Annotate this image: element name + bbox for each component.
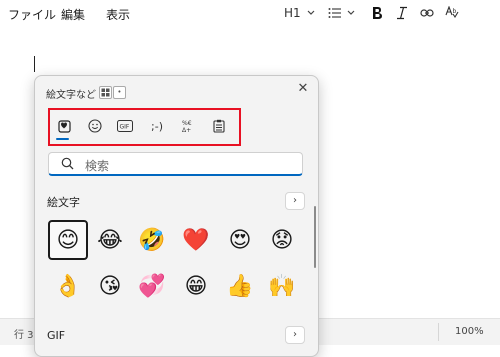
- chevron-down-icon: [307, 10, 315, 15]
- menu-view[interactable]: 表示: [106, 6, 130, 23]
- emoji-item[interactable]: ❤️: [176, 220, 216, 260]
- status-zoom[interactable]: 100%: [455, 326, 484, 337]
- tabs-highlight-box: [48, 108, 241, 146]
- dot-icon[interactable]: •: [113, 86, 126, 99]
- emoji-item[interactable]: 🤣: [132, 220, 172, 260]
- emoji-item[interactable]: 😂: [90, 220, 130, 260]
- emoji-item[interactable]: 😟: [262, 220, 302, 260]
- section-title-gif: GIF: [47, 329, 66, 342]
- chevron-down-icon: [347, 10, 355, 15]
- emoji-item[interactable]: 🙌: [262, 266, 302, 306]
- grid-icon[interactable]: [99, 86, 112, 99]
- search-icon: [61, 157, 74, 170]
- heading-dropdown[interactable]: H1: [284, 4, 316, 22]
- menu-file[interactable]: ファイル: [8, 6, 56, 23]
- emoji-item[interactable]: 💞: [132, 266, 172, 306]
- menu-bar: ファイル 編集 表示 H1 b: [0, 0, 500, 26]
- italic-icon: [397, 6, 407, 20]
- emoji-item[interactable]: 👍: [220, 266, 260, 306]
- emoji-item[interactable]: 👌: [48, 266, 88, 306]
- close-icon[interactable]: ✕: [295, 81, 311, 97]
- search-placeholder: 検索: [85, 159, 110, 173]
- link-icon: [420, 9, 434, 17]
- bold-icon: [373, 7, 382, 19]
- section-title-emoji: 絵文字: [47, 196, 80, 209]
- bold-button[interactable]: [371, 4, 383, 22]
- menu-edit[interactable]: 編集: [61, 6, 85, 23]
- emoji-panel: 絵文字など • ✕ GIF ;-) %€ Δ+ 検索 絵文字 › 😊 😂 🤣 ❤…: [34, 75, 319, 357]
- emoji-item[interactable]: 😘: [90, 266, 130, 306]
- text-cursor: [34, 56, 35, 72]
- list-icon: [328, 8, 341, 18]
- link-button[interactable]: [420, 4, 434, 22]
- scrollbar[interactable]: [314, 206, 316, 268]
- italic-button[interactable]: [396, 4, 408, 22]
- search-input[interactable]: 検索: [48, 152, 303, 176]
- svg-text:b: b: [453, 8, 457, 15]
- spellcheck-button[interactable]: b: [445, 4, 459, 22]
- emoji-more-button[interactable]: ›: [285, 192, 305, 210]
- emoji-item[interactable]: 😊: [48, 220, 88, 260]
- list-dropdown[interactable]: [328, 4, 356, 22]
- panel-title: 絵文字など: [46, 90, 96, 101]
- heading-label: H1: [284, 6, 301, 20]
- spellcheck-icon: b: [445, 6, 459, 19]
- gif-more-button[interactable]: ›: [285, 326, 305, 344]
- emoji-item[interactable]: 😁: [176, 266, 216, 306]
- emoji-item[interactable]: 😍: [220, 220, 260, 260]
- status-divider: [438, 323, 439, 341]
